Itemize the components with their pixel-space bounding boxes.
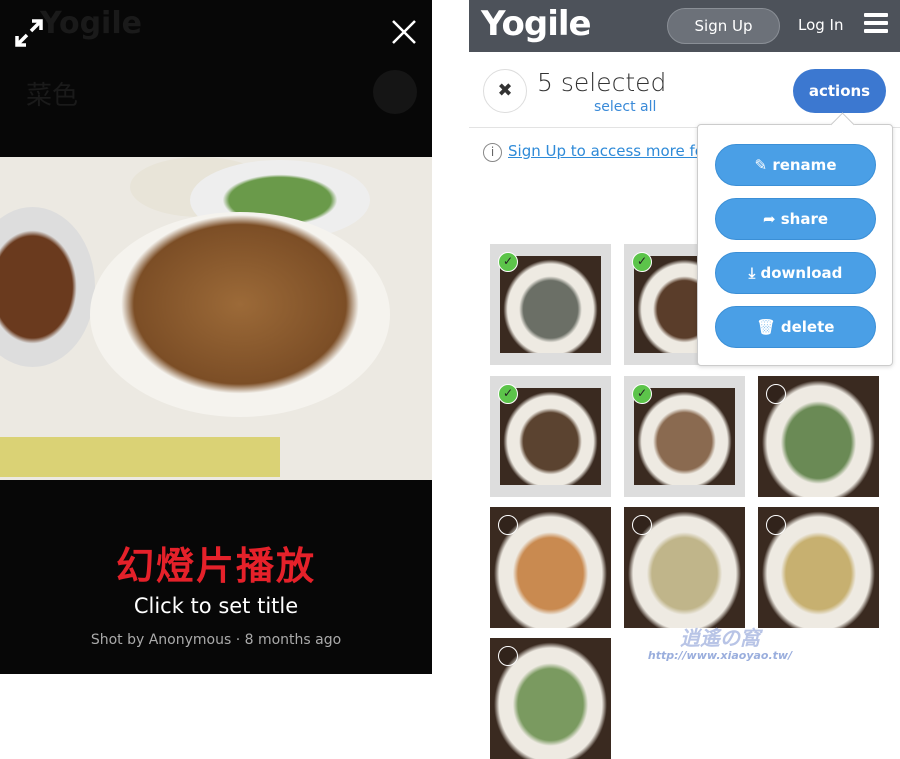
ghost-album-title: 菜色	[26, 81, 79, 111]
thumbnail-image	[500, 388, 601, 485]
photo-title[interactable]: Click to set title	[0, 594, 432, 618]
album-page: Yogile Sign Up Log In ✖ 5 selected selec…	[469, 0, 900, 759]
photo-thumbnail[interactable]: ✓	[490, 376, 611, 497]
ghost-logo: Yogile	[40, 6, 142, 41]
actions-button[interactable]: actions	[793, 69, 886, 113]
checked-icon[interactable]: ✓	[632, 384, 652, 404]
signup-notice: i Sign Up to access more fe	[483, 142, 704, 162]
pencil-icon: ✎	[754, 156, 768, 174]
photo-thumbnail[interactable]: ✓	[624, 376, 745, 497]
signup-button[interactable]: Sign Up	[667, 8, 780, 44]
share-icon: ➦	[762, 210, 776, 228]
photo-thumbnail[interactable]: ✓	[490, 244, 611, 365]
slideshow-photo	[0, 157, 432, 480]
selection-bar: ✖ 5 selected select all actions	[469, 52, 900, 128]
photo-credit: Shot by Anonymous · 8 months ago	[90, 632, 342, 648]
delete-button[interactable]: 🗑 delete	[715, 306, 876, 348]
selected-count: 5 selected	[537, 68, 667, 97]
photo-thumbnail[interactable]	[758, 376, 879, 497]
login-link[interactable]: Log In	[798, 16, 844, 34]
checked-icon[interactable]: ✓	[498, 252, 518, 272]
header: Yogile Sign Up Log In	[469, 0, 900, 52]
checked-icon[interactable]: ✓	[498, 384, 518, 404]
unchecked-icon[interactable]	[498, 646, 518, 666]
unchecked-icon[interactable]	[632, 515, 652, 535]
photo-thumbnail[interactable]	[490, 507, 611, 628]
unchecked-icon[interactable]	[766, 515, 786, 535]
info-icon: i	[483, 143, 502, 162]
actions-menu: ✎ rename ➦ share ⤓ download 🗑 delete	[697, 124, 893, 366]
rename-button[interactable]: ✎ rename	[715, 144, 876, 186]
select-all-link[interactable]: select all	[594, 99, 656, 115]
trash-icon: 🗑	[756, 318, 776, 336]
photo-thumbnail[interactable]	[758, 507, 879, 628]
expand-icon[interactable]	[14, 18, 44, 48]
thumbnail-image	[634, 388, 735, 485]
slideshow-viewer: Yogile 菜色 幻燈片播放 Click to set title Shot …	[0, 0, 432, 674]
hamburger-menu-icon[interactable]	[864, 13, 888, 37]
camera-icon	[373, 70, 417, 114]
clear-selection-button[interactable]: ✖	[483, 69, 527, 113]
checked-icon[interactable]: ✓	[632, 252, 652, 272]
download-icon: ⤓	[748, 264, 756, 282]
close-icon[interactable]	[390, 18, 418, 46]
signup-notice-link[interactable]: Sign Up to access more fe	[508, 142, 704, 160]
watermark: 逍遙の窩 http://www.xiaoyao.tw/	[647, 626, 793, 662]
unchecked-icon[interactable]	[498, 515, 518, 535]
unchecked-icon[interactable]	[766, 384, 786, 404]
photo-thumbnail[interactable]	[624, 507, 745, 628]
share-button[interactable]: ➦ share	[715, 198, 876, 240]
thumbnail-image	[500, 256, 601, 353]
photo-thumbnail[interactable]	[490, 638, 611, 759]
download-button[interactable]: ⤓ download	[715, 252, 876, 294]
slideshow-label: 幻燈片播放	[115, 544, 316, 588]
logo[interactable]: Yogile	[481, 4, 592, 44]
